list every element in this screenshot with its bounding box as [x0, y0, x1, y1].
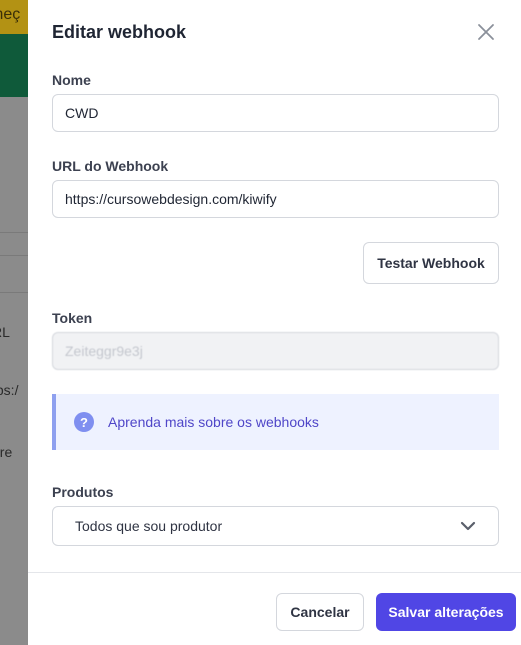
url-input[interactable]: [52, 180, 499, 218]
products-select-value: Todos que sou produtor: [75, 518, 223, 534]
close-icon: [478, 24, 494, 40]
info-box: ? Aprenda mais sobre os webhooks: [52, 394, 499, 450]
background-banner-text: meç: [0, 6, 21, 23]
edit-webhook-drawer: Editar webhook Nome URL do Webhook Testa…: [28, 0, 521, 645]
background-text: bre: [0, 444, 13, 460]
url-label: URL do Webhook: [52, 158, 169, 174]
background-url-text: tps:/: [0, 382, 19, 398]
products-label: Produtos: [52, 484, 114, 500]
name-label: Nome: [52, 72, 91, 88]
question-icon: ?: [74, 412, 94, 432]
token-input: [52, 332, 499, 370]
cancel-button[interactable]: Cancelar: [276, 593, 364, 631]
drawer-title: Editar webhook: [52, 22, 187, 42]
background-column-header: RL: [0, 324, 10, 340]
test-webhook-button[interactable]: Testar Webhook: [363, 242, 499, 284]
products-select[interactable]: Todos que sou produtor: [52, 506, 499, 546]
chevron-down-icon: [460, 521, 476, 531]
token-label: Token: [52, 310, 93, 326]
name-input[interactable]: [52, 94, 499, 132]
close-button[interactable]: [474, 20, 498, 44]
learn-more-link[interactable]: Aprenda mais sobre os webhooks: [108, 414, 319, 430]
save-button[interactable]: Salvar alterações: [376, 593, 516, 631]
footer-divider: [28, 572, 521, 573]
